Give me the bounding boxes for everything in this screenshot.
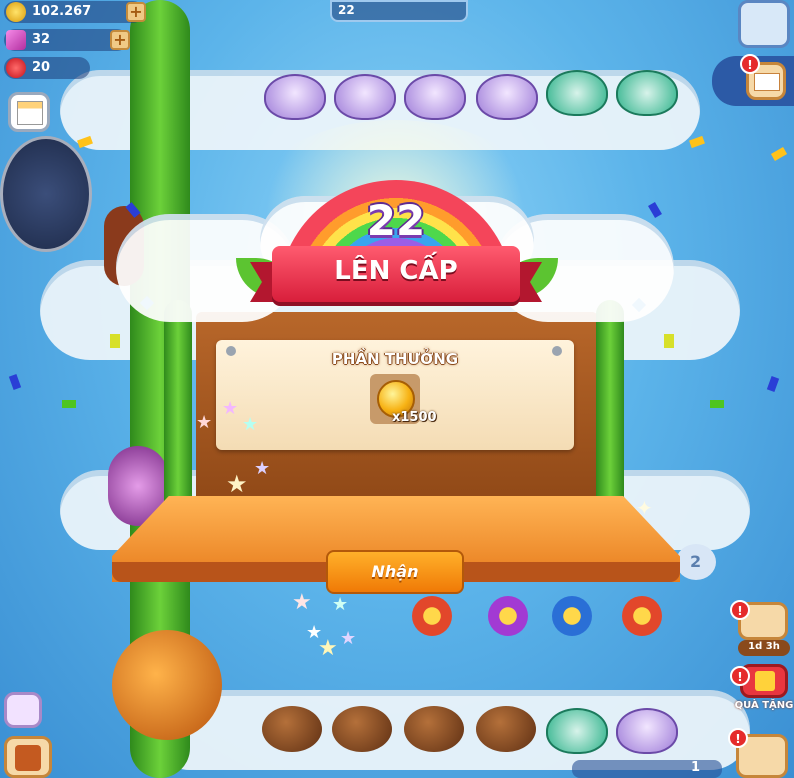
backpack-button[interactable]	[4, 736, 52, 778]
coin-icon	[6, 2, 26, 22]
gem-icon	[6, 30, 26, 50]
gift-label: QUÀ TẶNG	[734, 700, 794, 711]
mail-icon	[754, 73, 780, 91]
lives-value: 20	[32, 60, 51, 75]
star-icon: ★	[242, 414, 259, 435]
reward-amount: x1500	[392, 410, 437, 425]
map-coconut[interactable]	[404, 706, 464, 752]
character-portal[interactable]	[0, 136, 92, 252]
level-bubble-number: 2	[690, 552, 702, 571]
map-coconut[interactable]	[262, 706, 322, 752]
dialog-title: LÊN CẤP	[334, 256, 458, 286]
map-flower[interactable]	[412, 596, 452, 636]
heart-icon	[6, 58, 26, 78]
map-item-pod[interactable]	[404, 74, 466, 120]
star-icon: ★	[332, 594, 349, 615]
star-icon: ★	[292, 590, 312, 615]
gem-counter: 32 +	[4, 29, 130, 51]
gift-alert-icon: !	[730, 666, 750, 686]
lives-counter: 20	[4, 57, 90, 79]
timer-text: 1d 3h	[748, 641, 780, 652]
friends-alert-icon: !	[728, 728, 748, 748]
gem-value: 32	[32, 32, 51, 47]
add-gems-button[interactable]: +	[110, 30, 130, 50]
map-coconut[interactable]	[332, 706, 392, 752]
reward-header: PHẦN THƯỞNG	[331, 350, 459, 368]
star-icon: ★	[340, 628, 357, 649]
map-item-pod[interactable]	[476, 74, 538, 120]
confetti	[62, 400, 76, 408]
map-item-pod[interactable]	[616, 70, 678, 116]
star-icon: ★	[222, 398, 239, 419]
confetti	[664, 334, 674, 348]
add-coins-button[interactable]: +	[126, 2, 146, 22]
confetti	[110, 334, 120, 348]
bottom-item-count: 1	[690, 760, 700, 775]
map-item-pod[interactable]	[264, 74, 326, 120]
level-bubble[interactable]: 2	[676, 544, 716, 580]
level-progress-bar: 22	[330, 0, 468, 22]
claim-button[interactable]: Nhận	[326, 550, 464, 594]
confetti	[689, 135, 705, 149]
confetti	[770, 147, 788, 161]
shop-button[interactable]	[4, 692, 42, 728]
map-item-pod[interactable]	[616, 708, 678, 754]
calendar-button[interactable]	[738, 0, 790, 48]
star-icon: ★	[226, 470, 248, 498]
star-icon: ★	[254, 458, 271, 479]
map-flower[interactable]	[622, 596, 662, 636]
star-icon: ✦	[636, 496, 653, 520]
map-flower[interactable]	[488, 596, 528, 636]
level-number: 22	[366, 196, 426, 245]
bottom-item-bar: 1	[572, 760, 722, 778]
coin-counter: 102.267 +	[4, 1, 146, 23]
gift-icon	[755, 671, 775, 691]
confetti	[710, 400, 724, 408]
task-board-button[interactable]	[8, 92, 50, 132]
map-item-pod[interactable]	[334, 74, 396, 120]
coin-value: 102.267	[32, 4, 92, 19]
task-board-icon	[17, 101, 43, 125]
star-icon: ★	[318, 636, 338, 661]
map-item-pod[interactable]	[546, 708, 608, 754]
mail-alert-icon: !	[740, 54, 760, 74]
confetti	[648, 201, 662, 219]
map-item-pod[interactable]	[546, 70, 608, 116]
task-alert-icon: !	[730, 600, 750, 620]
dragon-egg-character	[112, 630, 222, 740]
confetti	[8, 374, 22, 390]
star-icon: ★	[196, 412, 213, 433]
map-coconut[interactable]	[476, 706, 536, 752]
level-progress-number: 22	[338, 3, 355, 17]
timer-badge: 1d 3h	[738, 640, 790, 656]
confetti	[766, 376, 780, 392]
map-flower[interactable]	[552, 596, 592, 636]
backpack-icon	[15, 745, 41, 771]
